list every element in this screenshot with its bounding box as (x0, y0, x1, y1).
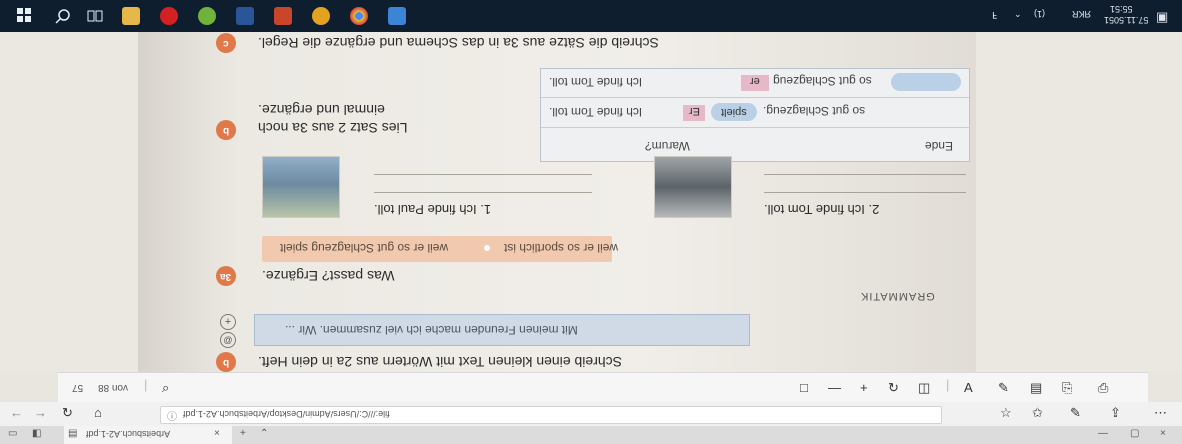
option-1: weil er so gut Schlagzeug spielt (280, 241, 449, 255)
fit-page-icon[interactable]: □ (800, 380, 808, 395)
audio-icon: @ (220, 332, 236, 348)
exercise-b-line1: Lies Satz 2 aus 3a noch (258, 120, 408, 136)
page-number-total: von 88 (98, 382, 129, 393)
taskbar-time[interactable]: 55:51 (1110, 4, 1133, 14)
volume-icon[interactable]: (1) (1034, 9, 1045, 19)
app-blue-icon[interactable] (388, 7, 406, 25)
answer-line[interactable] (764, 192, 966, 193)
pdf-viewer-toolbar: 57 von 88 | ⌕ □ — + ↻ ◫ | A ✎ ▤ ⎘ ⎙ (58, 372, 1148, 404)
language-indicator[interactable]: ЯKR (1072, 9, 1091, 19)
new-tab-icon[interactable]: + (240, 428, 246, 439)
favorites-list-icon[interactable]: ✩ (1032, 405, 1043, 421)
exercise-badge-b-bottom: b (216, 352, 236, 372)
browser-tab-strip: ▭ ◧ ▤ Arbeitsbuch.A2-1.pdf × + ⌃ — ▢ × (0, 426, 1182, 444)
tab-preview-icon[interactable]: ◧ (32, 428, 41, 439)
tab-pdf[interactable]: ▤ Arbeitsbuch.A2-1.pdf × (64, 426, 232, 444)
answer-line[interactable] (764, 174, 966, 175)
verb-slot-spielt: spielt (711, 103, 757, 121)
search-icon[interactable] (54, 7, 72, 25)
page-number-current[interactable]: 57 (72, 382, 83, 393)
save-icon[interactable]: ⎘ (1062, 380, 1072, 396)
grammatik-label: GRAMMATIK (860, 290, 935, 302)
pdf-page: c Schreib die Sätze aus 3a in das Schema… (138, 32, 976, 372)
forward-icon[interactable]: → (34, 405, 47, 420)
pdf-tab-icon: ▤ (68, 428, 78, 439)
zoom-out-icon[interactable]: — (828, 380, 841, 395)
table-row-1-rest: so gut Schlagzeug. (763, 104, 866, 118)
tab-close-icon[interactable]: × (214, 428, 220, 439)
photo-paul (262, 156, 340, 218)
close-window-icon[interactable]: × (1160, 428, 1166, 439)
exercise-b-bottom-heading: Schreib einen kleinen Text mit Wörtern a… (258, 354, 622, 370)
favorite-icon[interactable]: ☆ (1000, 405, 1012, 421)
notes-icon[interactable]: ✎ (1070, 405, 1081, 421)
highlight-icon[interactable]: ▤ (1030, 380, 1042, 396)
taskbar-date[interactable]: 57.11.5051 (1104, 15, 1148, 25)
tab-title: Arbeitsbuch.A2-1.pdf (86, 429, 171, 439)
add-audio-icon: + (220, 314, 236, 330)
exercise-c-heading: Schreib die Sätze aus 3a in das Schema u… (258, 35, 659, 51)
back-icon[interactable]: ← (10, 405, 23, 420)
zoom-in-icon[interactable]: + (860, 380, 868, 395)
subject-slot-er: Er (683, 105, 705, 121)
answer-line[interactable] (374, 174, 592, 175)
chrome-icon[interactable] (350, 7, 368, 25)
refresh-icon[interactable]: ↻ (62, 405, 73, 421)
verb-slot-er: er (741, 75, 769, 91)
pdf-page-area: c Schreib die Sätze aus 3a in das Schema… (0, 32, 1182, 372)
table-col-warum: Warum? (645, 139, 690, 153)
home-icon[interactable]: ⌂ (94, 405, 102, 420)
app-green-icon[interactable] (198, 7, 216, 25)
read-aloud-icon[interactable]: A (964, 380, 973, 395)
word-options-box: weil er so gut Schlagzeug spielt weil er… (262, 236, 618, 262)
notifications-icon[interactable]: ▣ (1156, 9, 1168, 25)
caption-tom: 2. Ich finde Tom toll. (764, 202, 880, 217)
more-icon[interactable]: ⋯ (1154, 405, 1167, 421)
exercise-3a-heading: Was passt? Ergänze. (262, 268, 395, 284)
table-row-1-left: Ich finde Tom toll. (549, 105, 643, 119)
word-icon[interactable] (236, 7, 254, 25)
exercise-badge-c: c (216, 33, 236, 53)
toolbar-divider: | (144, 377, 148, 392)
share-icon[interactable]: ⇪ (1110, 405, 1121, 421)
exercise-badge-3a: 3a (216, 266, 236, 286)
example-text-box: Mit meinen Freunden mache ich viel zusam… (254, 314, 750, 346)
url-field[interactable]: ⓘ file:///C:/Users/Admin/Desktop/Arbeits… (160, 406, 942, 424)
option-separator (484, 245, 490, 251)
photo-tom (654, 156, 732, 218)
app-yellow-icon[interactable] (312, 7, 330, 25)
browser-address-bar: ← → ↻ ⌂ ⓘ file:///C:/Users/Admin/Desktop… (0, 402, 1182, 427)
info-icon[interactable]: ⓘ (167, 408, 177, 423)
table-row-2-rest: so gut Schlagzeug (773, 74, 872, 88)
table-row-2-left: Ich finde Tom toll. (549, 75, 643, 89)
tray-chevron-icon[interactable]: ⌄ (1014, 9, 1022, 20)
example-text: Mit meinen Freunden mache ich viel zusam… (285, 323, 578, 337)
page-view-icon[interactable]: ◫ (918, 380, 930, 396)
toolbar-divider: | (946, 377, 950, 392)
rotate-icon[interactable]: ↻ (888, 380, 899, 396)
exercise-badge-b: b (216, 120, 236, 140)
exercise-b-line2: einmal und ergänze. (258, 102, 385, 118)
tray-icon[interactable]: ꟻ (992, 9, 997, 20)
answer-line[interactable] (374, 192, 592, 193)
search-icon[interactable]: ⌕ (162, 380, 169, 396)
print-icon[interactable]: ⎙ (1098, 380, 1108, 396)
table-col-ende: Ende (925, 139, 954, 153)
task-view-icon[interactable] (86, 7, 104, 25)
file-explorer-icon[interactable] (122, 7, 140, 25)
powerpoint-icon[interactable] (274, 7, 292, 25)
option-2: weil er so sportlich ist (504, 241, 619, 255)
draw-icon[interactable]: ✎ (998, 380, 1009, 396)
windows-taskbar: ꟻ ⌄ (1) ЯKR 55:51 57.11.5051 ▣ (0, 0, 1182, 32)
minimize-icon[interactable]: — (1098, 428, 1108, 439)
url-text: file:///C:/Users/Admin/Desktop/Arbeitsbu… (183, 409, 390, 419)
maximize-icon[interactable]: ▢ (1130, 428, 1139, 439)
sentence-schema-table: Ich finde Tom toll. er so gut Schlagzeug… (540, 68, 970, 162)
tab-dropdown-icon[interactable]: ⌃ (260, 428, 268, 439)
windows-start-icon[interactable] (16, 7, 34, 25)
caption-paul: 1. Ich finde Paul toll. (374, 202, 492, 217)
tab-actions-icon[interactable]: ▭ (8, 428, 17, 439)
opera-icon[interactable] (160, 7, 178, 25)
verb-slot-empty (891, 73, 961, 91)
